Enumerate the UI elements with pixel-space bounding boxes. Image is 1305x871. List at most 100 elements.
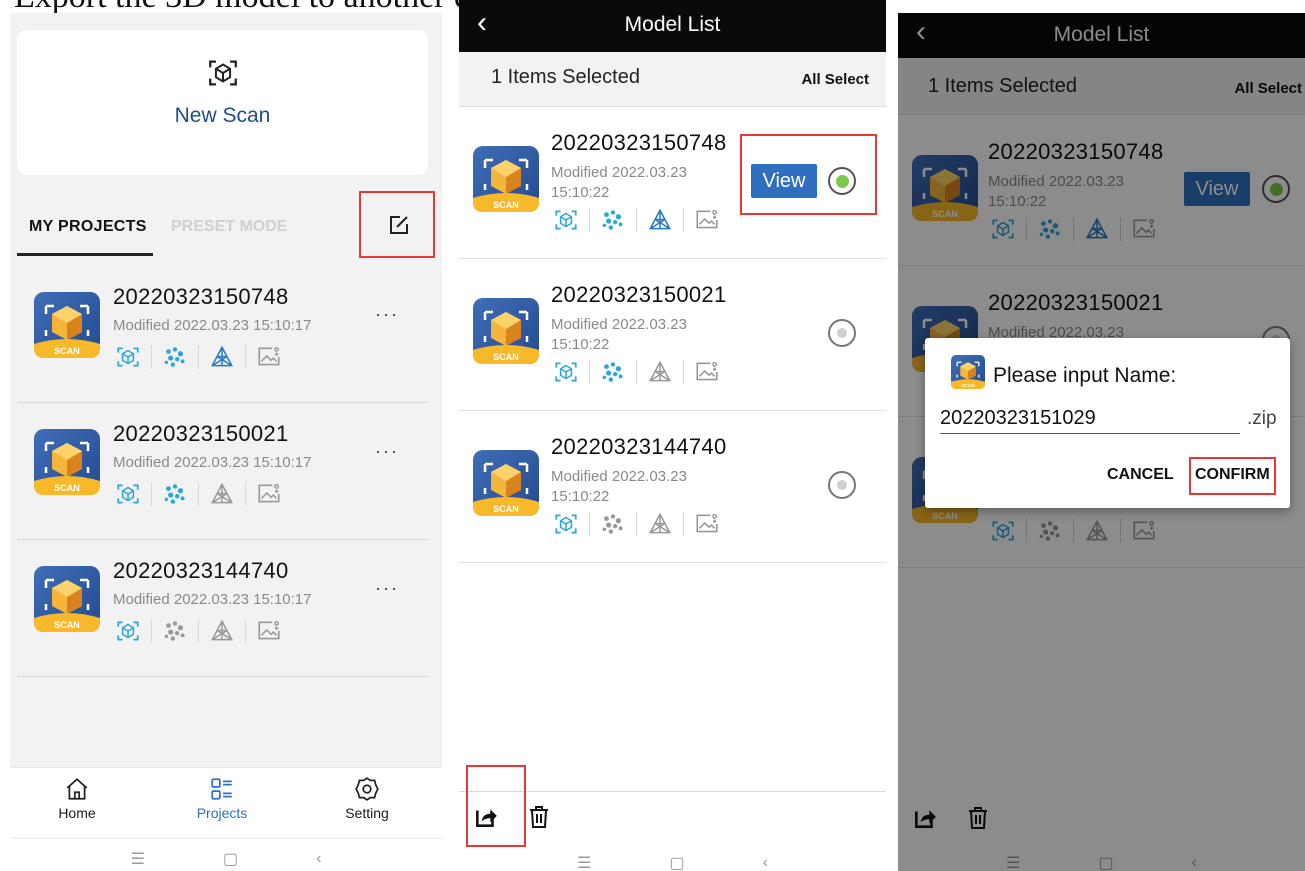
- model-type-icons: [551, 207, 722, 233]
- confirm-highlight-box: [1189, 457, 1276, 495]
- point-cloud-icon: [160, 481, 190, 507]
- active-tab-underline: [17, 253, 153, 256]
- edit-highlight-box: [359, 191, 435, 258]
- mesh-icon: [551, 511, 581, 537]
- scan-app-thumbnail-icon: [473, 298, 539, 364]
- more-icon[interactable]: ···: [375, 304, 399, 325]
- nav-home[interactable]: Home: [32, 776, 122, 821]
- texture-icon: [254, 618, 284, 644]
- project-modified: Modified 2022.03.23 15:10:17: [113, 317, 312, 334]
- projects-screen: New Scan MY PROJECTS PRESET MODE 2022032…: [10, 13, 442, 871]
- file-name-input[interactable]: [940, 404, 1240, 434]
- share-highlight-box: [466, 765, 526, 847]
- new-scan-card[interactable]: New Scan: [17, 30, 428, 175]
- more-icon[interactable]: ···: [375, 441, 399, 462]
- texture-icon: [254, 481, 284, 507]
- tab-preset-mode[interactable]: PRESET MODE: [171, 218, 287, 236]
- select-radio[interactable]: [828, 319, 856, 347]
- model-modified: Modified 2022.03.23 15:10:22: [551, 316, 687, 353]
- model-name: 20220323144740: [551, 434, 727, 459]
- nav-setting[interactable]: Setting: [322, 776, 412, 821]
- projects-icon: [211, 778, 232, 800]
- project-modified: Modified 2022.03.23 15:10:17: [113, 454, 312, 471]
- divider: [589, 208, 590, 232]
- scan-app-thumbnail-icon: [473, 146, 539, 212]
- project-row[interactable]: 20220323150021 Modified 2022.03.23 15:10…: [17, 403, 428, 540]
- home-square-icon[interactable]: ▢: [669, 853, 684, 871]
- project-modified: Modified 2022.03.23 15:10:17: [113, 591, 312, 608]
- texture-icon: [692, 207, 722, 233]
- divider: [151, 482, 152, 506]
- model-type-icons: [551, 359, 722, 385]
- divider: [683, 208, 684, 232]
- divider: [245, 482, 246, 506]
- divider: [198, 345, 199, 369]
- wireframe-icon: [645, 207, 675, 233]
- model-row[interactable]: 20220323144740 Modified 2022.03.23 15:10…: [459, 411, 886, 563]
- new-scan-label: New Scan: [174, 104, 271, 127]
- divider: [245, 619, 246, 643]
- dialog-title: Please input Name:: [993, 364, 1177, 387]
- model-type-icons: [113, 481, 284, 507]
- select-radio[interactable]: [828, 471, 856, 499]
- divider: [636, 512, 637, 536]
- point-cloud-icon: [160, 618, 190, 644]
- nav-setting-label: Setting: [345, 805, 389, 821]
- model-list-screen: ‹ Model List 1 Items Selected All Select…: [459, 0, 886, 871]
- home-icon: [66, 778, 88, 800]
- texture-icon: [692, 359, 722, 385]
- menu-icon[interactable]: ☰: [131, 849, 145, 869]
- divider: [198, 482, 199, 506]
- scan-app-thumbnail-icon: [34, 292, 100, 358]
- model-name: 20220323150021: [551, 282, 727, 307]
- system-nav-bar: ☰ ▢ ‹: [10, 839, 442, 871]
- divider: [636, 360, 637, 384]
- trash-icon[interactable]: [527, 804, 551, 830]
- back-icon[interactable]: ‹: [763, 854, 768, 871]
- export-name-dialog: Please input Name: .zip CANCEL CONFIRM: [925, 338, 1290, 508]
- divider: [151, 619, 152, 643]
- model-row[interactable]: 20220323150021 Modified 2022.03.23 15:10…: [459, 259, 886, 411]
- scan-app-logo-icon: [951, 355, 985, 389]
- more-icon[interactable]: ···: [375, 578, 399, 599]
- selection-bar: 1 Items Selected All Select: [459, 52, 886, 107]
- divider: [198, 619, 199, 643]
- point-cloud-icon: [160, 344, 190, 370]
- home-square-icon[interactable]: ▢: [223, 849, 238, 869]
- radio-dot: [837, 328, 847, 338]
- mesh-icon: [113, 344, 143, 370]
- project-name: 20220323150748: [113, 284, 289, 309]
- header: ‹ Model List: [459, 0, 886, 52]
- project-name: 20220323144740: [113, 558, 289, 583]
- model-type-icons: [113, 344, 284, 370]
- tab-my-projects[interactable]: MY PROJECTS: [29, 218, 147, 236]
- project-row[interactable]: 20220323150748 Modified 2022.03.23 15:10…: [17, 266, 428, 403]
- wireframe-icon: [207, 618, 237, 644]
- model-name: 20220323150748: [551, 130, 727, 155]
- menu-icon[interactable]: ☰: [577, 853, 591, 871]
- back-icon[interactable]: ‹: [316, 850, 321, 868]
- texture-icon: [254, 344, 284, 370]
- project-name: 20220323150021: [113, 421, 289, 446]
- divider: [589, 360, 590, 384]
- cancel-button[interactable]: CANCEL: [1107, 466, 1174, 484]
- nav-projects[interactable]: Projects: [177, 776, 267, 821]
- wireframe-icon: [645, 359, 675, 385]
- system-nav-bar: ☰ ▢ ‹: [459, 843, 886, 871]
- point-cloud-icon: [598, 207, 628, 233]
- point-cloud-icon: [598, 359, 628, 385]
- model-type-icons: [113, 618, 284, 644]
- mesh-icon: [551, 359, 581, 385]
- project-row[interactable]: 20220323144740 Modified 2022.03.23 15:10…: [17, 540, 428, 677]
- export-dialog-screen: ‹ Model List 1 Items Selected All Select…: [898, 13, 1305, 871]
- model-type-icons: [551, 511, 722, 537]
- all-select-button[interactable]: All Select: [801, 71, 869, 88]
- wireframe-icon: [645, 511, 675, 537]
- texture-icon: [692, 511, 722, 537]
- mesh-icon: [113, 481, 143, 507]
- cube-scan-icon: [206, 56, 240, 90]
- divider: [589, 512, 590, 536]
- model-modified: Modified 2022.03.23 15:10:22: [551, 468, 687, 505]
- nav-home-label: Home: [58, 805, 96, 821]
- radio-dot: [837, 480, 847, 490]
